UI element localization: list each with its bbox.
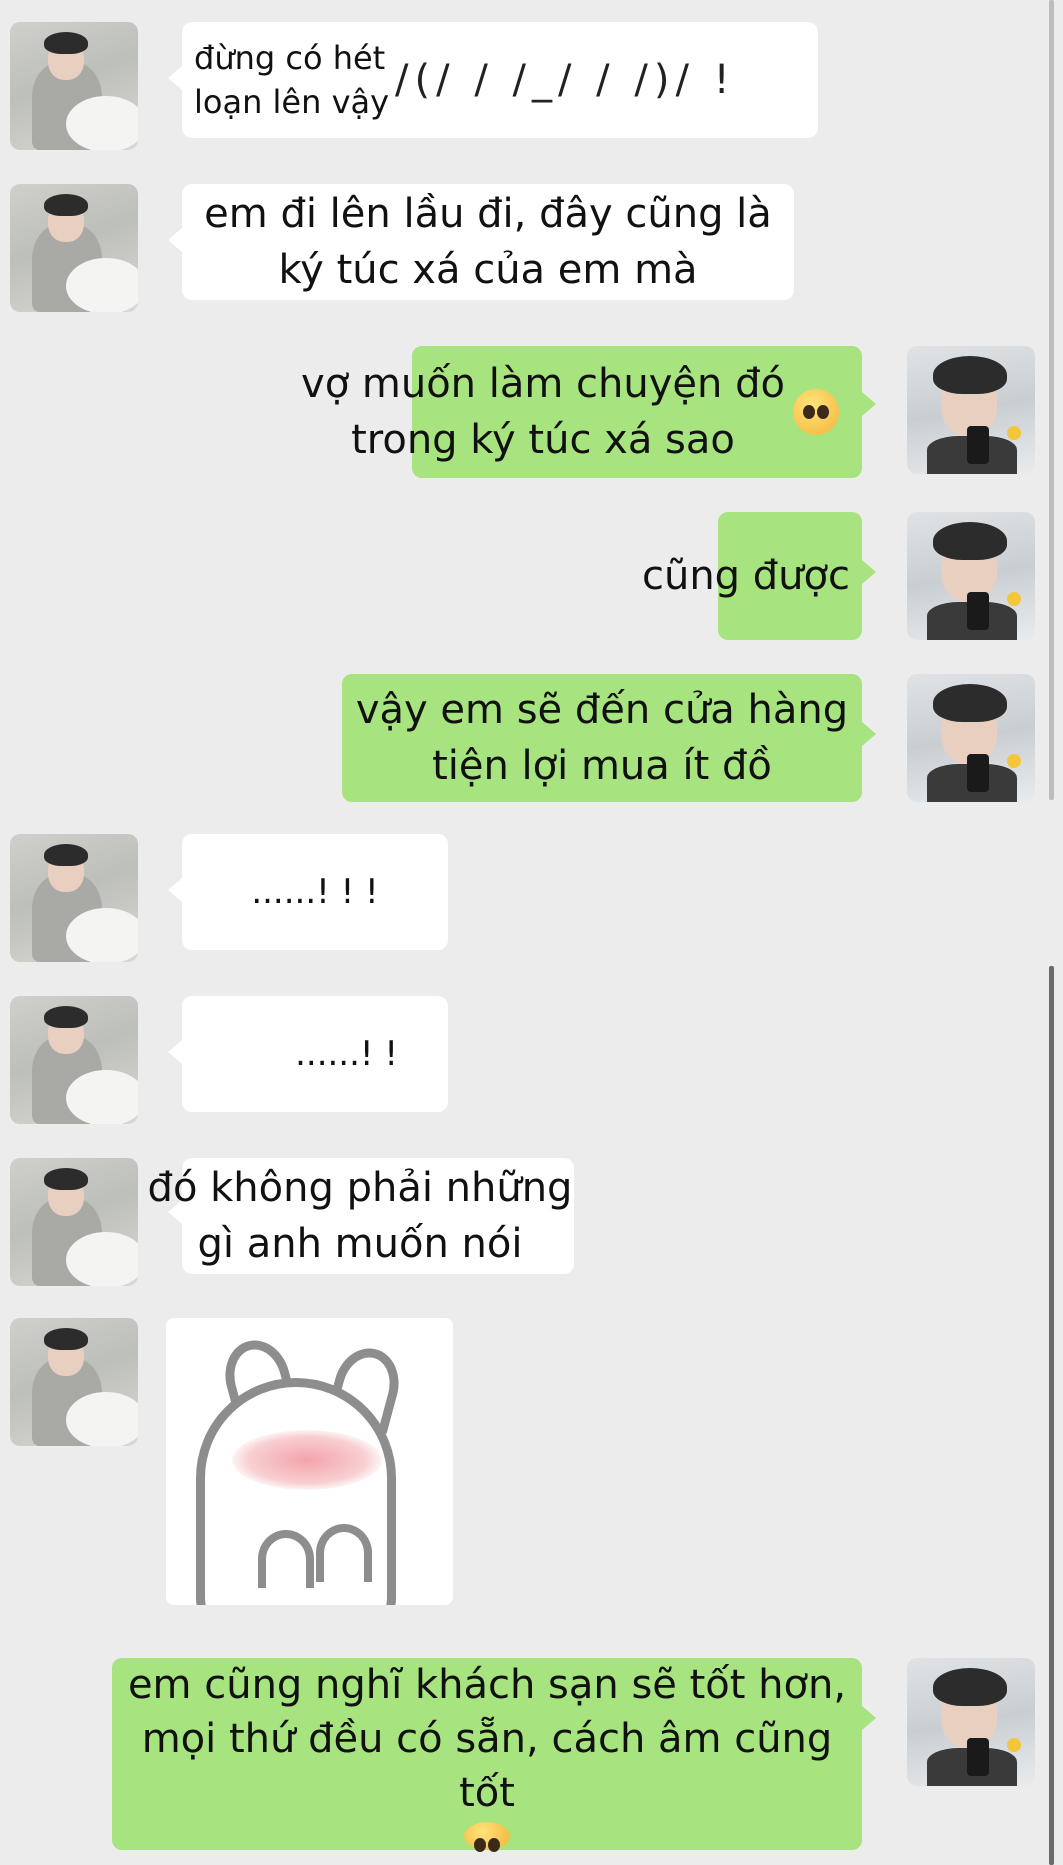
message-text: vậy em sẽ đến cửa hàng tiện lợi mua ít đ…: [355, 687, 849, 789]
friend-avatar[interactable]: [10, 834, 138, 962]
message-text: ......! !: [295, 1034, 398, 1074]
message-text: đừng có hét loạn lên vậy: [194, 39, 390, 121]
message-text: em cũng nghĩ khách sạn sẽ tốt hơn, mọi t…: [127, 1662, 847, 1816]
my-avatar[interactable]: [907, 512, 1035, 640]
friend-avatar[interactable]: [10, 996, 138, 1124]
message-bubble[interactable]: ......! !: [182, 996, 448, 1112]
message-content: đó không phải những gì anh muốn nói: [140, 1158, 580, 1274]
message-content: vợ muốn làm chuyện đó trong ký túc xá sa…: [290, 346, 850, 478]
message-content: cũng được: [600, 512, 850, 640]
message-text: em đi lên lầu đi, đây cũng là ký túc xá …: [204, 191, 772, 293]
chat-screen: { "messages": [ {"sender":"friend","text…: [0, 0, 1063, 1865]
friend-avatar[interactable]: [10, 1158, 138, 1286]
kaomoji-text: /(/ / /_/ / /)/ !: [395, 57, 736, 103]
message-text: cũng được: [641, 553, 850, 599]
friend-avatar[interactable]: [10, 1318, 138, 1446]
message-bubble[interactable]: em đi lên lầu đi, đây cũng là ký túc xá …: [182, 184, 794, 300]
friend-avatar[interactable]: [10, 184, 138, 312]
message-text: vợ muốn làm chuyện đó trong ký túc xá sa…: [301, 361, 785, 463]
friend-avatar[interactable]: [10, 22, 138, 150]
message-text: đó không phải những gì anh muốn nói: [147, 1165, 573, 1267]
message-bubble[interactable]: em cũng nghĩ khách sạn sẽ tốt hơn, mọi t…: [112, 1658, 862, 1852]
message-text: ......! ! !: [251, 872, 379, 912]
my-avatar[interactable]: [907, 674, 1035, 802]
scrollbar-thumb[interactable]: [1049, 966, 1054, 1865]
pleading-face-emoji-icon: [792, 389, 839, 435]
message-bubble[interactable]: ......! ! !: [182, 834, 448, 950]
pleading-face-emoji-icon: [464, 1822, 510, 1852]
my-avatar[interactable]: [907, 1658, 1035, 1786]
blushing-cat-sticker[interactable]: [166, 1318, 453, 1605]
my-avatar[interactable]: [907, 346, 1035, 474]
message-bubble[interactable]: đừng có hét loạn lên vậy /(/ / /_/ / /)/…: [182, 22, 818, 138]
message-bubble[interactable]: vậy em sẽ đến cửa hàng tiện lợi mua ít đ…: [342, 674, 862, 802]
scrollbar-track[interactable]: [1049, 0, 1054, 800]
